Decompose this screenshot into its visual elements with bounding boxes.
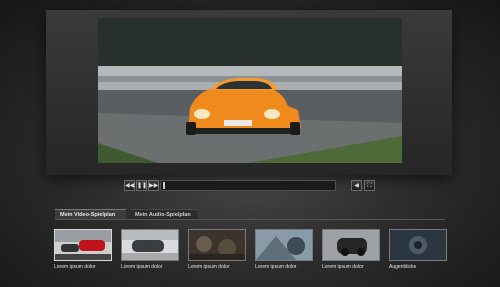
volume-icon[interactable]: ◀ xyxy=(351,180,362,191)
tab-audio-playlist[interactable]: Mein Audio-Spielplan xyxy=(130,209,197,219)
fullscreen-icon[interactable]: ⛶ xyxy=(364,180,375,191)
thumbnail-caption: Lorem ipsum dolor xyxy=(188,264,230,270)
skip-back-button[interactable]: ◀◀ xyxy=(124,180,135,191)
thumbnail-item[interactable]: Lorem ipsum dolor xyxy=(322,229,380,270)
video-frame[interactable] xyxy=(98,18,402,163)
progress-handle[interactable] xyxy=(163,182,165,189)
thumbnail-caption: Lorem ipsum dolor xyxy=(54,264,96,270)
thumbnail-item[interactable]: Lorem ipsum dolor xyxy=(255,229,313,270)
tab-divider xyxy=(55,219,445,220)
tab-video-playlist[interactable]: Mein Video-Spielplan xyxy=(55,209,126,219)
thumbnail-item[interactable]: Lorem ipsum dolor xyxy=(121,229,179,270)
thumbnail-caption: Lorem ipsum dolor xyxy=(255,264,297,270)
thumbnail-item[interactable]: Augenblicke xyxy=(389,229,447,270)
thumbnail-caption: Augenblicke xyxy=(389,264,417,270)
progress-track[interactable] xyxy=(160,180,336,191)
thumbnail-caption: Lorem ipsum dolor xyxy=(121,264,163,270)
video-stage xyxy=(46,10,452,175)
thumbnail-image xyxy=(389,229,447,261)
thumbnail-image xyxy=(54,229,112,261)
thumbnail-item[interactable]: Lorem ipsum dolor xyxy=(188,229,246,270)
video-scene xyxy=(98,18,402,163)
thumbnail-item[interactable]: Lorem ipsum dolor xyxy=(54,229,112,270)
thumbnail-image xyxy=(188,229,246,261)
skip-forward-button[interactable]: ▶▶ xyxy=(148,180,159,191)
thumbnail-strip: Lorem ipsum dolor Lorem ipsum dolor Lore… xyxy=(54,229,454,279)
thumbnail-caption: Lorem ipsum dolor xyxy=(322,264,364,270)
pause-button[interactable]: ❚❚ xyxy=(136,180,147,191)
thumbnail-image xyxy=(121,229,179,261)
thumbnail-image xyxy=(255,229,313,261)
player-controls: ◀◀ ❚❚ ▶▶ ◀ ⛶ xyxy=(124,180,377,193)
thumbnail-image xyxy=(322,229,380,261)
